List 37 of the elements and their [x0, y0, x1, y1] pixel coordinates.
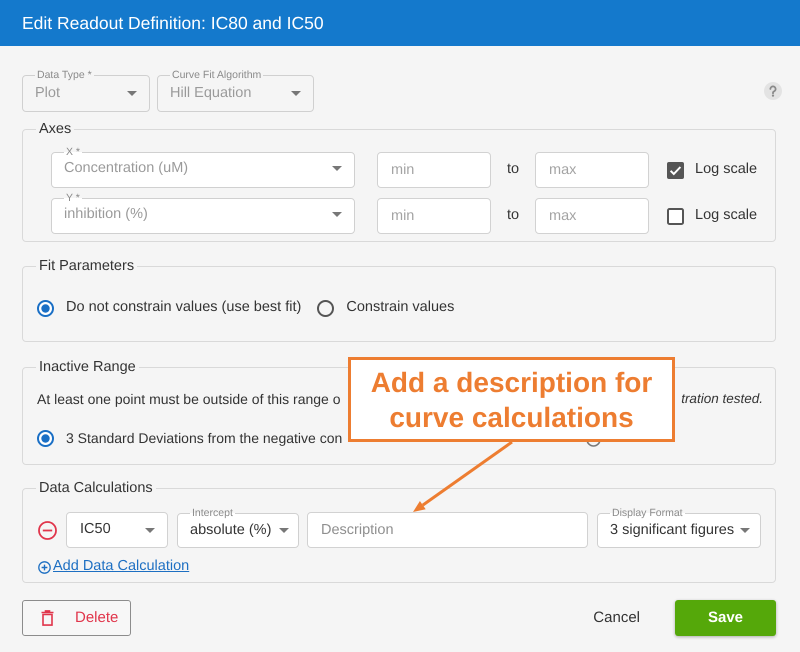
range-separator: to — [506, 206, 520, 226]
plus-circle-icon — [38, 560, 51, 574]
radio-button[interactable] — [317, 300, 334, 316]
section-title: Fit Parameters — [38, 257, 136, 275]
cancel-button[interactable]: Cancel — [585, 600, 648, 636]
radio-label: Do not constrain values (use best fit) — [66, 298, 302, 318]
dropdown-caret-icon — [291, 91, 301, 96]
dropdown-caret-icon — [145, 528, 155, 532]
dropdown-caret-icon — [332, 166, 342, 171]
trash-icon — [41, 610, 54, 626]
dropdown-field[interactable]: Display Format 3 significant figures — [597, 507, 761, 548]
window-title: Edit Readout Definition: IC80 and IC50 — [22, 12, 324, 35]
save-button[interactable]: Save — [675, 600, 776, 636]
dropdown-caret-icon — [127, 91, 137, 96]
range-note: tration tested. — [681, 390, 763, 408]
section-title: Data Calculations — [38, 479, 154, 497]
help-icon[interactable] — [764, 82, 782, 100]
radio-button[interactable] — [37, 430, 54, 446]
radio-button[interactable] — [37, 300, 54, 316]
checkbox-label: Log scale — [695, 160, 758, 180]
description-field[interactable]: Description — [307, 512, 588, 548]
add-data-calculation-link[interactable]: Add Data Calculation — [38, 558, 190, 576]
range-note: At least one point must be outside of this range o — [37, 390, 341, 409]
dropdown-caret-icon — [740, 528, 750, 533]
delete-button[interactable]: Delete — [22, 600, 131, 636]
dropdown-field[interactable]: IC50 — [66, 512, 168, 548]
section-title: Inactive Range — [38, 358, 137, 376]
checkbox-label: Log scale — [695, 206, 758, 226]
annotation-callout: Add a description for curve calculations — [348, 357, 675, 442]
dropdown-caret-icon — [332, 212, 342, 217]
range-separator: to — [506, 160, 520, 180]
dropdown-caret-icon — [279, 528, 289, 533]
dropdown-field[interactable]: Intercept absolute (%) — [177, 507, 299, 548]
section-title: Axes — [38, 120, 72, 138]
radio-label: 3 Standard Deviations from the negative con — [66, 428, 342, 448]
minus-circle-icon[interactable] — [38, 520, 57, 540]
radio-label: Constrain values — [346, 298, 454, 318]
